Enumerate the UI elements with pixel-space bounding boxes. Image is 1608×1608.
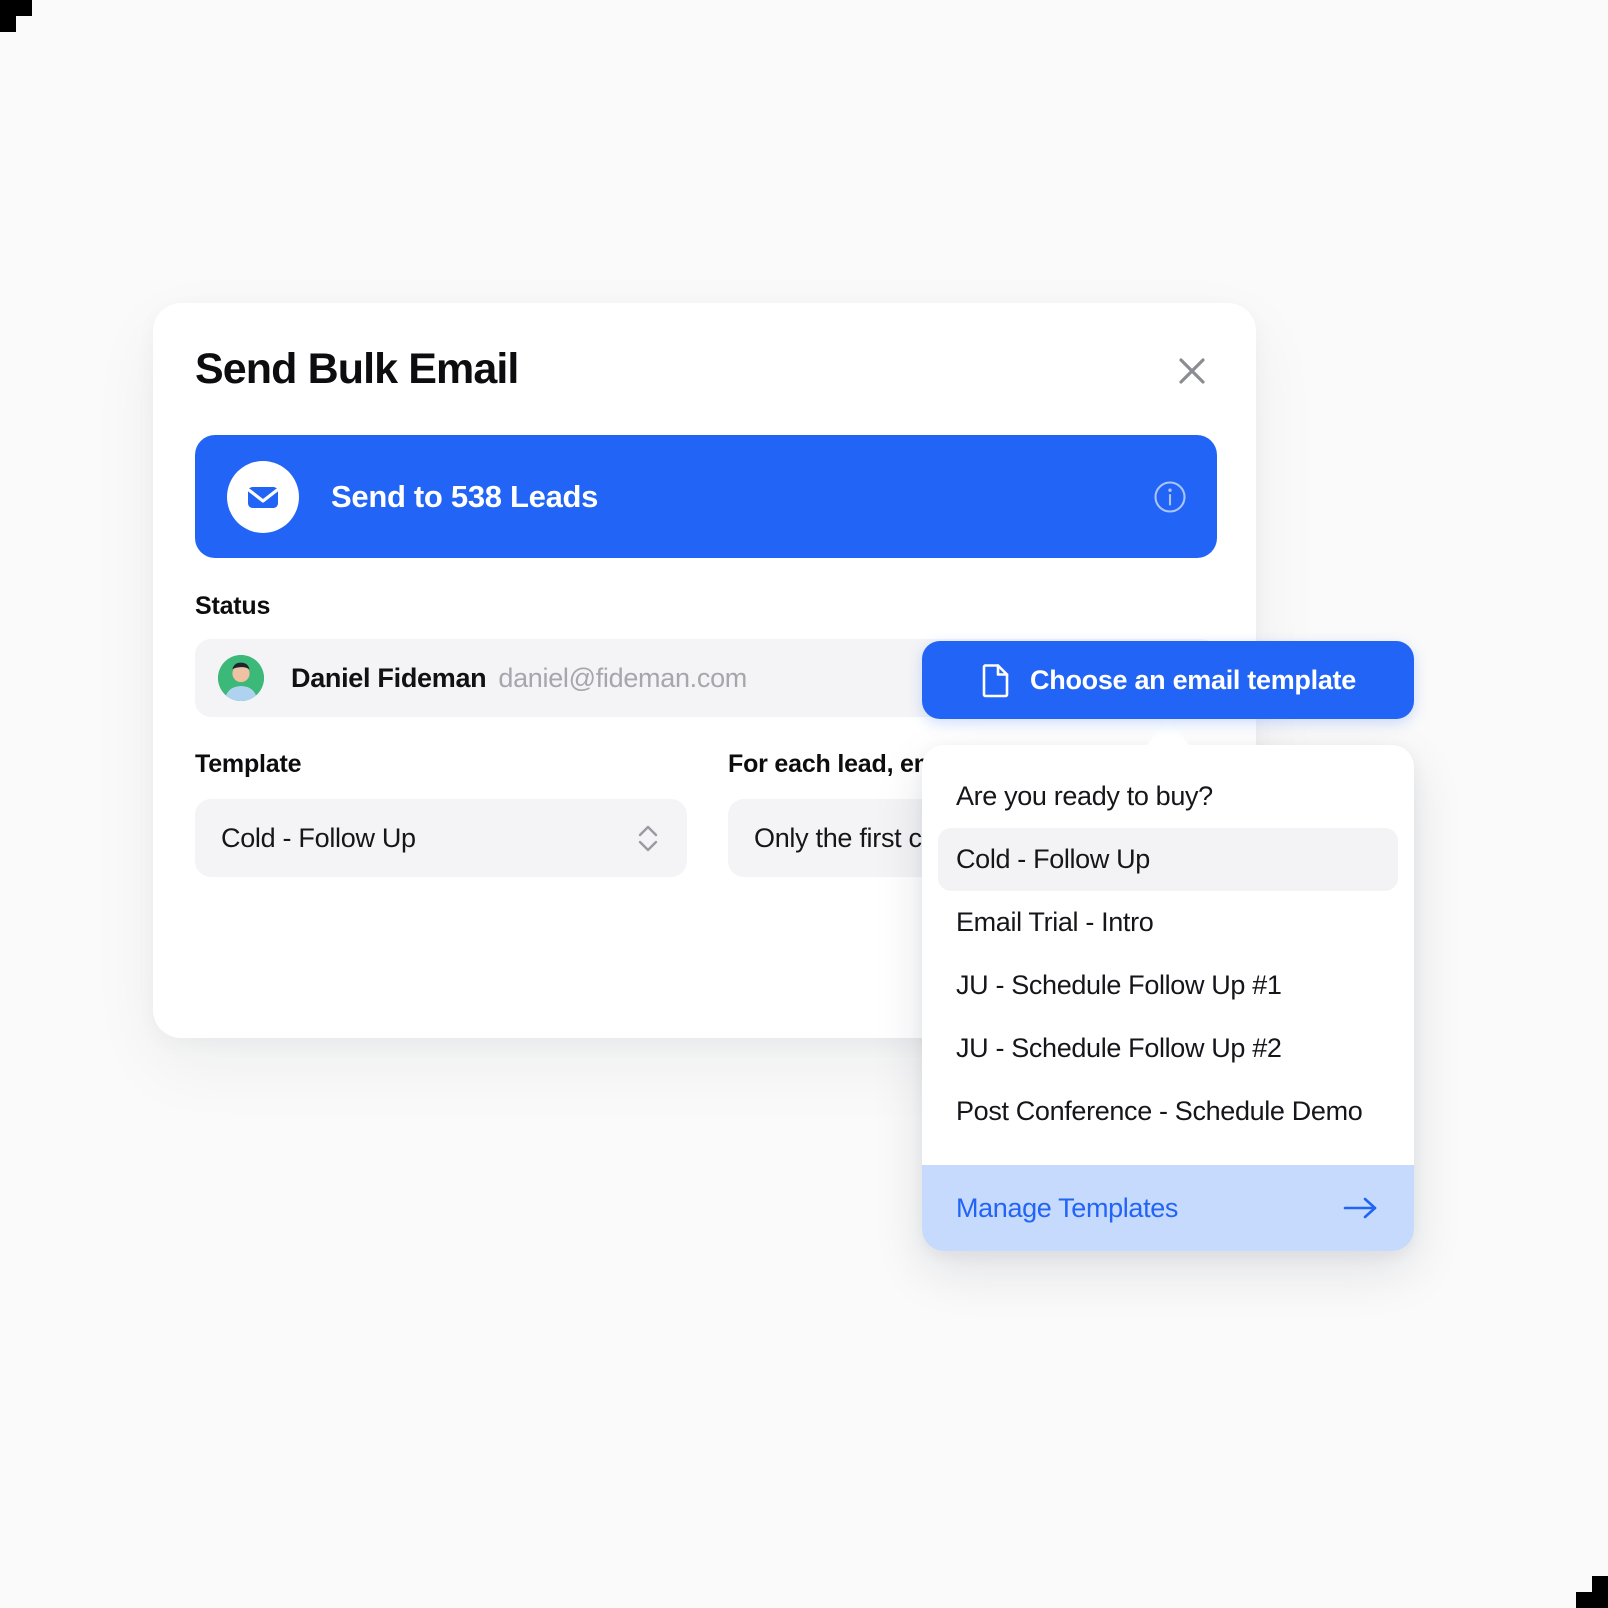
- modal-header: Send Bulk Email: [195, 341, 1214, 403]
- manage-templates-label: Manage Templates: [956, 1192, 1179, 1223]
- list-item[interactable]: Are you ready to buy?: [938, 765, 1398, 828]
- info-circle-icon[interactable]: [1153, 480, 1187, 514]
- list-item[interactable]: JU - Schedule Follow Up #2: [938, 1017, 1398, 1080]
- list-item[interactable]: Cold - Follow Up: [938, 828, 1398, 891]
- template-select[interactable]: Cold - Follow Up: [195, 799, 687, 877]
- arrow-right-icon: [1342, 1195, 1380, 1221]
- envelope-icon: [227, 460, 299, 533]
- email-template-list: Are you ready to buy? Cold - Follow Up Ema…: [922, 745, 1414, 1165]
- choose-email-template-button[interactable]: Choose an email template: [922, 641, 1414, 719]
- status-user-name: Daniel Fideman: [291, 662, 487, 693]
- template-select-value: Cold - Follow Up: [221, 822, 416, 853]
- status-user-email: daniel@fideman.com: [498, 662, 747, 693]
- list-item[interactable]: Post Conference - Schedule Demo: [938, 1080, 1398, 1143]
- choose-email-template-label: Choose an email template: [1030, 664, 1356, 695]
- dropdown-pointer: [1146, 719, 1190, 746]
- list-item[interactable]: Email Trial - Intro: [938, 891, 1398, 954]
- send-to-leads-banner[interactable]: Send to 538 Leads: [195, 435, 1217, 558]
- corner-marker-bottom-right: [1560, 1560, 1608, 1608]
- chevron-up-down-icon: [635, 819, 661, 857]
- corner-marker-top-left: [0, 0, 48, 48]
- page-title: Send Bulk Email: [195, 345, 519, 393]
- email-template-dropdown: Are you ready to buy? Cold - Follow Up Ema…: [922, 745, 1414, 1251]
- avatar: [218, 655, 264, 701]
- foreach-label: For each lead, em: [728, 750, 936, 778]
- template-label: Template: [195, 750, 302, 778]
- foreach-select-value: Only the first c: [754, 822, 922, 853]
- status-label: Status: [195, 592, 271, 620]
- list-item[interactable]: JU - Schedule Follow Up #1: [938, 954, 1398, 1017]
- document-icon: [980, 662, 1012, 698]
- close-icon[interactable]: [1170, 349, 1214, 393]
- send-to-leads-label: Send to 538 Leads: [331, 478, 599, 514]
- manage-templates-row[interactable]: Manage Templates: [922, 1165, 1414, 1251]
